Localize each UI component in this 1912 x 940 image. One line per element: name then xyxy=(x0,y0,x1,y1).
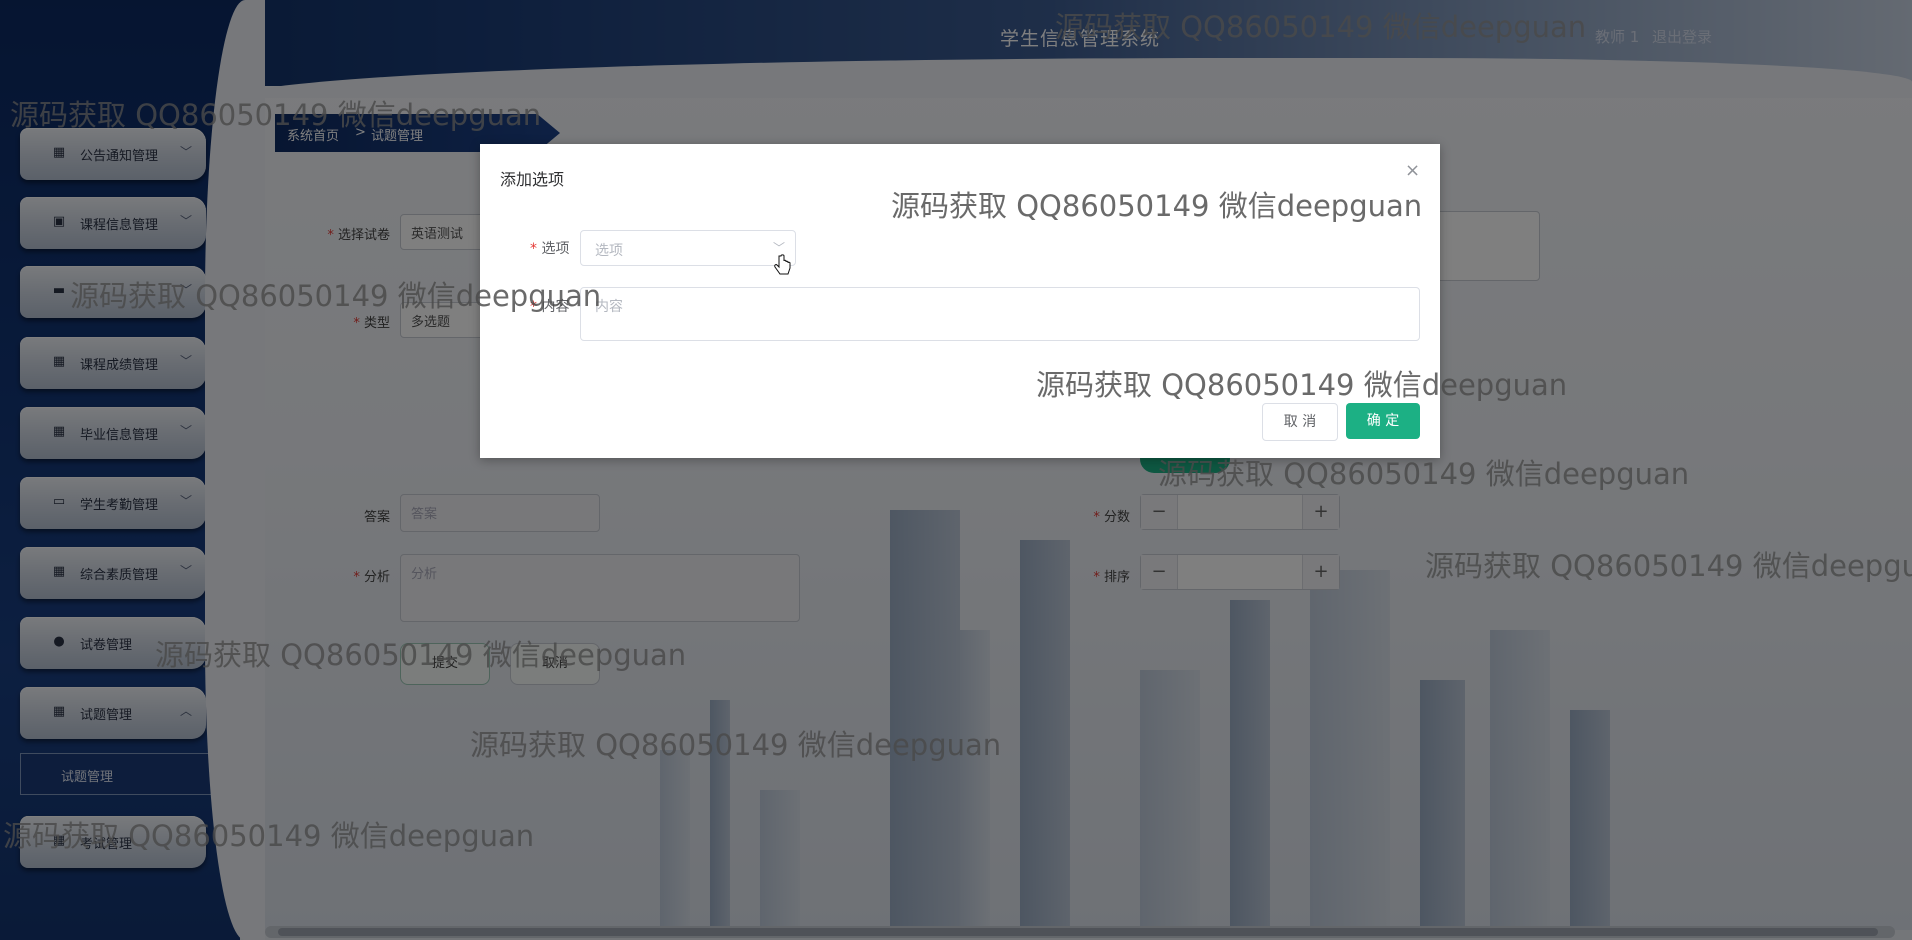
hand-cursor-icon xyxy=(774,254,791,275)
option-select[interactable]: 选项 ﹀ xyxy=(580,230,796,266)
close-icon[interactable]: × xyxy=(1405,160,1420,181)
cancel-button[interactable]: 取 消 xyxy=(1262,403,1338,441)
dialog-title: 添加选项 xyxy=(500,170,565,189)
modal-overlay xyxy=(0,0,1912,940)
app-root: 学生信息管理系统 教师 1 退出登录 ▦ 公告通知管理 ﹀ ▣ 课程信息管理 ﹀… xyxy=(0,0,1912,940)
add-option-dialog: 添加选项 × * 选项 选项 ﹀ * 内容 内容 取 消 确 定 xyxy=(480,144,1440,458)
content-textarea[interactable]: 内容 xyxy=(580,287,1420,341)
confirm-button[interactable]: 确 定 xyxy=(1346,403,1420,439)
option-select-placeholder: 选项 xyxy=(595,243,623,259)
content-label: * 内容 xyxy=(530,299,570,315)
content-placeholder: 内容 xyxy=(595,299,623,315)
option-label: * 选项 xyxy=(530,241,570,257)
